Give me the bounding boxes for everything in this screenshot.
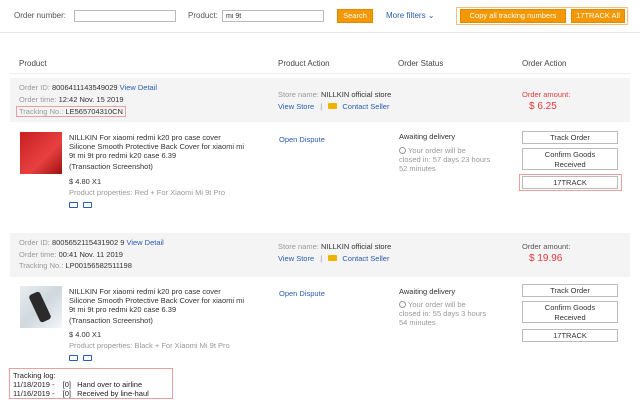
- filter-bar: Order number: Product: Search More filte…: [0, 0, 640, 33]
- confirm-goods-button[interactable]: Confirm Goods Received: [522, 148, 618, 170]
- order-time: Order time: 12:42 Nov. 15 2019: [19, 95, 124, 104]
- order-id: Order ID: 8005652115431902 9 View Detail: [19, 238, 164, 247]
- view-store-link[interactable]: View Store: [278, 254, 314, 263]
- track17-button[interactable]: 17TRACK: [522, 176, 618, 189]
- view-store-link[interactable]: View Store: [278, 102, 314, 111]
- product-price: $ 4.80 X1: [69, 177, 102, 186]
- product-icons: [69, 354, 97, 363]
- col-order-status: Order Status: [398, 59, 444, 68]
- search-button[interactable]: Search: [337, 9, 373, 23]
- more-filters-label: More filters: [386, 11, 426, 20]
- product-title-line-3[interactable]: 9t mi 9t pro redmi k20 case 6.39: [69, 305, 176, 314]
- open-dispute-link[interactable]: Open Dispute: [279, 289, 325, 298]
- order-status: Awaiting delivery: [399, 132, 456, 141]
- contact-seller-link[interactable]: Contact Seller: [342, 102, 389, 111]
- order-time: Order time: 00:41 Nov. 11 2019: [19, 250, 123, 259]
- col-product-action: Product Action: [278, 59, 330, 68]
- store-name: Store name: NILLKIN official store: [278, 90, 392, 99]
- order-amount-label: Order amount:: [522, 242, 571, 251]
- product-input[interactable]: [222, 10, 324, 22]
- order-header: Order ID: 8005652115431902 9 View Detail…: [10, 233, 630, 277]
- copy-all-tracking-button[interactable]: Copy all tracking numbers: [460, 9, 566, 23]
- order-amount: $ 19.96: [529, 253, 563, 264]
- store-links: View Store | Contact Seller: [278, 254, 390, 263]
- store-links: View Store | Contact Seller: [278, 102, 390, 111]
- clock-icon: [399, 301, 406, 308]
- product-title-line-2[interactable]: Silicone Smooth Protective Back Cover fo…: [69, 142, 244, 151]
- tracking-log-popup: Tracking log: 11/18/2019 - [0] Hand over…: [9, 368, 173, 399]
- column-header-row: Product Product Action Order Status Orde…: [10, 50, 630, 74]
- track17-button[interactable]: 17TRACK: [522, 329, 618, 342]
- closing-line-1: Your order will be: [399, 146, 466, 155]
- product-price: $ 4.00 X1: [69, 330, 102, 339]
- product-title-line-1[interactable]: NILLKIN For xiaomi redmi k20 pro case co…: [69, 133, 221, 142]
- product-thumbnail[interactable]: [20, 286, 62, 328]
- product-thumbnail[interactable]: [20, 132, 62, 174]
- shipping-icon[interactable]: [69, 355, 78, 361]
- product-label: Product:: [188, 11, 218, 20]
- col-product: Product: [19, 59, 47, 68]
- track-order-button[interactable]: Track Order: [522, 131, 618, 144]
- clock-icon: [399, 147, 406, 154]
- contact-seller-link[interactable]: Contact Seller: [342, 254, 389, 263]
- order-header: Order ID: 8006411143549029 View Detail O…: [10, 78, 630, 122]
- closing-line-3: 52 minutes: [399, 164, 436, 173]
- product-title-line-2[interactable]: Silicone Smooth Protective Back Cover fo…: [69, 296, 244, 305]
- order-amount-label: Order amount:: [522, 90, 571, 99]
- chevron-down-icon: ⌄: [427, 11, 435, 20]
- track-all-button[interactable]: 17TRACK All: [571, 9, 625, 23]
- col-order-action: Order Action: [522, 59, 567, 68]
- track-order-button[interactable]: Track Order: [522, 284, 618, 297]
- tracking-number[interactable]: Tracking No.: LE565704310CN: [16, 106, 126, 117]
- snapshot-icon[interactable]: [83, 355, 92, 361]
- order-item: NILLKIN For xiaomi redmi k20 pro case co…: [10, 278, 630, 368]
- order-id: Order ID: 8006411143549029 View Detail: [19, 83, 158, 92]
- chat-icon: [328, 255, 338, 261]
- product-properties: Product properties: Red + For Xiaomi Mi …: [69, 188, 226, 197]
- order-status: Awaiting delivery: [399, 287, 456, 296]
- tracking-log-entry: 11/16/2019 - [0] Received by line-haul: [13, 389, 149, 398]
- confirm-goods-button[interactable]: Confirm Goods Received: [522, 301, 618, 323]
- order-amount: $ 6.25: [529, 101, 557, 112]
- view-detail-link[interactable]: View Detail: [120, 83, 157, 92]
- tracking-number[interactable]: Tracking No.: LP00156582511198: [19, 261, 132, 270]
- order-number-label: Order number:: [14, 11, 67, 20]
- more-filters-link[interactable]: More filters ⌄: [386, 11, 435, 20]
- product-title-line-1[interactable]: NILLKIN For xiaomi redmi k20 pro case co…: [69, 287, 221, 296]
- store-name: Store name: NILLKIN official store: [278, 242, 392, 251]
- order-item: NILLKIN For xiaomi redmi k20 pro case co…: [10, 124, 630, 224]
- tracking-log-title: Tracking log:: [13, 371, 56, 380]
- snapshot-icon[interactable]: [83, 202, 92, 208]
- transaction-screenshot-link[interactable]: (Transaction Screenshot): [69, 316, 153, 325]
- product-icons: [69, 201, 97, 210]
- chat-icon: [328, 103, 338, 109]
- product-properties: Product properties: Black + For Xiaomi M…: [69, 341, 230, 350]
- shipping-icon[interactable]: [69, 202, 78, 208]
- view-detail-link[interactable]: View Detail: [126, 238, 163, 247]
- closing-line-1: Your order will be: [399, 300, 466, 309]
- open-dispute-link[interactable]: Open Dispute: [279, 135, 325, 144]
- product-title-line-3[interactable]: 9t mi 9t pro redmi k20 case 6.39: [69, 151, 176, 160]
- tracking-log-entry: 11/18/2019 - [0] Hand over to airline: [13, 380, 143, 389]
- closing-line-2: closed in: 55 days 3 hours: [399, 309, 487, 318]
- closing-line-3: 54 minutes: [399, 318, 436, 327]
- transaction-screenshot-link[interactable]: (Transaction Screenshot): [69, 162, 153, 171]
- closing-line-2: closed in: 57 days 23 hours: [399, 155, 491, 164]
- order-number-input[interactable]: [74, 10, 176, 22]
